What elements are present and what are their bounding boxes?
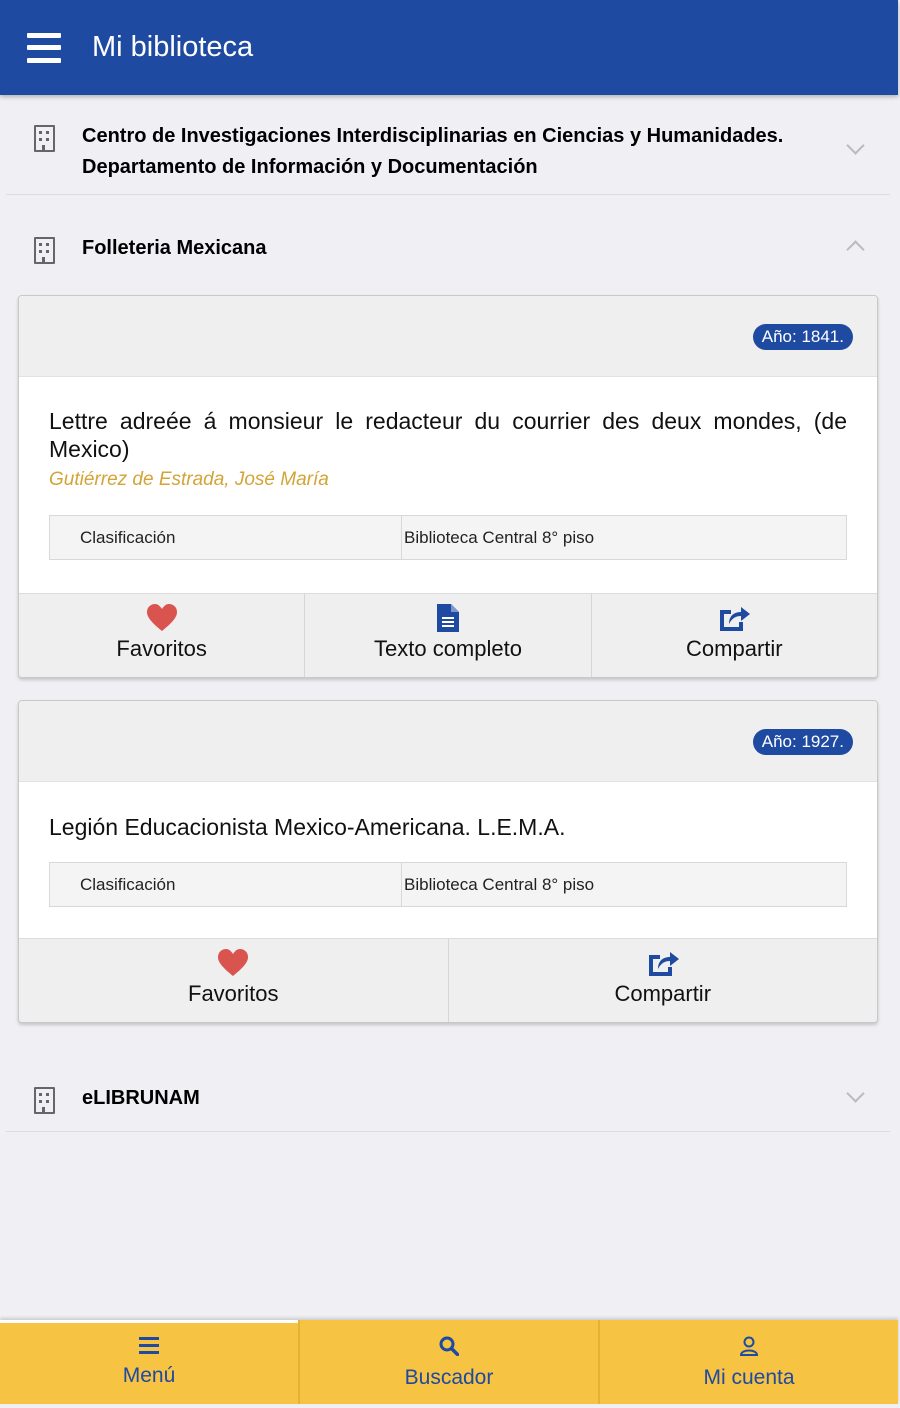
record-card-header: Año: 1927. xyxy=(19,701,877,782)
chevron-up-icon[interactable] xyxy=(846,240,865,259)
record-title[interactable]: Lettre adreée á monsieur le redacteur du… xyxy=(49,407,847,463)
building-icon xyxy=(34,125,55,152)
library-group-folleteria: Folleteria Mexicana xyxy=(0,212,898,282)
nav-account[interactable]: Mi cuenta xyxy=(600,1320,898,1404)
share-button[interactable]: Compartir xyxy=(449,939,878,1022)
nav-search-label: Buscador xyxy=(404,1366,494,1389)
fulltext-label: Texto completo xyxy=(374,636,522,661)
share-label: Compartir xyxy=(686,636,783,661)
record-card: Año: 1927. Legión Educacionista Mexico-A… xyxy=(18,700,878,1023)
chevron-down-icon[interactable] xyxy=(846,136,865,155)
heart-icon xyxy=(146,604,177,632)
hamburger-menu-icon[interactable] xyxy=(27,32,61,63)
chevron-down-icon[interactable] xyxy=(846,1084,865,1103)
search-icon xyxy=(439,1336,460,1361)
record-card-body: Legión Educacionista Mexico-Americana. L… xyxy=(19,782,877,938)
nav-menu-label: Menú xyxy=(122,1364,176,1387)
library-group-name: Centro de Investigaciones Interdisciplin… xyxy=(82,125,784,178)
nav-account-label: Mi cuenta xyxy=(703,1366,795,1389)
share-label: Compartir xyxy=(614,981,712,1006)
library-group-header[interactable]: Folleteria Mexicana xyxy=(0,212,898,282)
holdings-value: Biblioteca Central 8° piso xyxy=(404,528,595,547)
year-badge: Año: 1841. xyxy=(752,324,853,350)
building-icon xyxy=(34,237,55,264)
holdings-key: Clasificación xyxy=(50,516,402,559)
year-badge: Año: 1927. xyxy=(752,729,853,755)
divider xyxy=(6,1131,890,1132)
library-group-name: eLIBRUNAM xyxy=(82,1087,200,1109)
record-card-body: Lettre adreée á monsieur le redacteur du… xyxy=(19,377,877,593)
library-group-header[interactable]: Centro de Investigaciones Interdisciplin… xyxy=(0,96,898,194)
library-group-elibrunam: eLIBRUNAM xyxy=(0,1065,898,1135)
menu-icon xyxy=(139,1336,159,1359)
share-icon xyxy=(717,604,751,632)
library-group-header[interactable]: eLIBRUNAM xyxy=(0,1065,898,1131)
favorites-button[interactable]: Favoritos xyxy=(19,939,449,1022)
holdings-value: Biblioteca Central 8° piso xyxy=(404,875,595,894)
holdings-key: Clasificación xyxy=(50,863,402,906)
favorites-button[interactable]: Favoritos xyxy=(19,594,306,677)
page-title: Mi biblioteca xyxy=(92,31,254,63)
holdings-table: Clasificación Biblioteca Central 8° piso xyxy=(49,862,847,907)
bottom-navigation: Menú Buscador Mi cuenta xyxy=(0,1320,898,1404)
divider xyxy=(6,194,890,195)
record-author[interactable]: Gutiérrez de Estrada, José María xyxy=(49,469,847,491)
nav-menu[interactable]: Menú xyxy=(0,1320,300,1404)
fulltext-button[interactable]: Texto completo xyxy=(305,594,592,677)
share-icon xyxy=(646,949,680,977)
library-group-ciich: Centro de Investigaciones Interdisciplin… xyxy=(0,96,898,196)
building-icon xyxy=(34,1087,55,1114)
share-button[interactable]: Compartir xyxy=(592,594,877,677)
user-icon xyxy=(739,1336,759,1361)
nav-search[interactable]: Buscador xyxy=(300,1320,600,1404)
app-bar: Mi biblioteca xyxy=(0,0,898,95)
holdings-table: Clasificación Biblioteca Central 8° piso xyxy=(49,515,847,560)
record-actions: Favoritos Texto completo Compartir xyxy=(19,593,877,677)
heart-icon xyxy=(218,949,249,977)
document-icon xyxy=(436,604,459,632)
favorites-label: Favoritos xyxy=(188,981,279,1006)
record-card-header: Año: 1841. xyxy=(19,296,877,377)
record-card: Año: 1841. Lettre adreée á monsieur le r… xyxy=(18,295,878,678)
library-group-name: Folleteria Mexicana xyxy=(82,237,267,259)
record-actions: Favoritos Compartir xyxy=(19,938,878,1022)
record-title[interactable]: Legión Educacionista Mexico-Americana. L… xyxy=(49,813,847,841)
favorites-label: Favoritos xyxy=(116,636,207,661)
